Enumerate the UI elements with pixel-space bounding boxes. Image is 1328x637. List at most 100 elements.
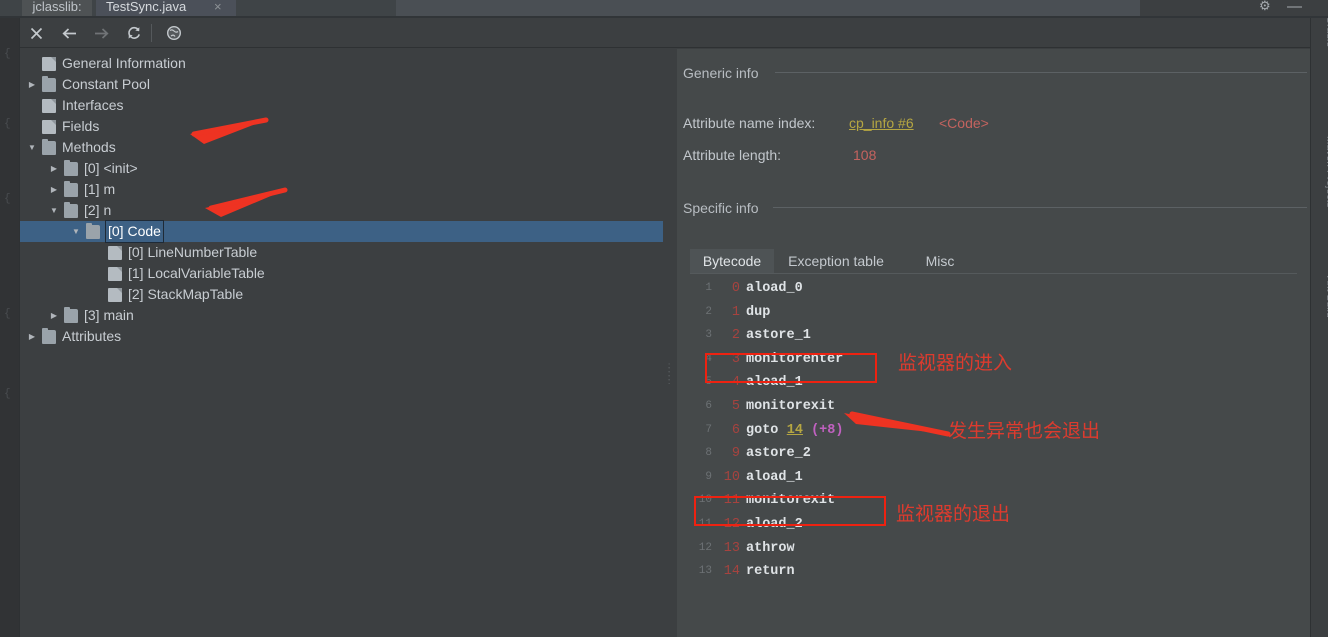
tree-item[interactable]: ▶ [1] m <box>20 179 663 200</box>
splitter-grip[interactable]: ::::: <box>668 362 672 386</box>
gutter-mark: { <box>4 118 11 130</box>
generic-info-rule <box>775 72 1307 73</box>
bytecode-row[interactable]: 3 2 astore_1 <box>690 324 1297 348</box>
bytecode-mnemonic: monitorenter <box>746 351 844 367</box>
bytecode-row[interactable]: 1 0 aload_0 <box>690 277 1297 301</box>
generic-info-heading: Generic info <box>683 65 759 81</box>
tree-item-label: [0] LineNumberTable <box>128 244 258 260</box>
bytecode-mnemonic: astore_2 <box>746 446 811 462</box>
tree-item-label: Constant Pool <box>62 76 150 92</box>
bytecode-branch-target[interactable]: 14 <box>787 423 803 438</box>
bytecode-offset: 1 <box>731 304 740 320</box>
file-icon <box>108 246 122 260</box>
bytecode-row[interactable]: 8 9 astore_2 <box>690 442 1297 466</box>
folder-icon <box>64 160 78 176</box>
rail-tab-maven[interactable]: Maven Projects <box>1319 136 1328 216</box>
bytecode-row[interactable]: 13 14 return <box>690 560 1297 584</box>
refresh-icon[interactable] <box>123 22 145 44</box>
folder-icon <box>64 307 78 323</box>
tree-item-label: [3] main <box>84 307 134 323</box>
bytecode-offset: 3 <box>731 351 740 367</box>
bytecode-row[interactable]: 9 10 aload_1 <box>690 466 1297 490</box>
tab-bytecode[interactable]: Bytecode <box>690 249 774 274</box>
tab-close-icon[interactable]: × <box>214 0 222 17</box>
bytecode-line-number: 11 <box>698 517 712 530</box>
pane-splitter[interactable]: ::::: <box>663 49 677 637</box>
bytecode-offset: 0 <box>731 281 740 296</box>
tree-item[interactable]: [2] StackMapTable <box>20 284 663 305</box>
tree-item[interactable]: ▶ [0] <init> <box>20 158 663 179</box>
annotation-exception-exit: 发生异常也会退出 <box>948 420 1101 442</box>
tree-item[interactable]: ▶ Constant Pool <box>20 74 663 95</box>
bytecode-mnemonic: astore_1 <box>746 328 811 344</box>
attribute-name-index-value: <Code> <box>939 115 989 131</box>
bytecode-mnemonic: aload_2 <box>746 516 803 532</box>
forward-arrow-icon[interactable] <box>90 22 112 44</box>
bytecode-line-number: 12 <box>698 541 712 554</box>
arrow-to-fields <box>190 117 269 144</box>
bytecode-offset: 9 <box>731 446 740 462</box>
bytecode-offset: 5 <box>731 398 740 414</box>
tree-item[interactable]: Fields <box>20 116 663 137</box>
folder-icon <box>42 328 56 344</box>
tree-item[interactable]: General Information <box>20 53 663 74</box>
rail-tab-ant[interactable]: Ant Build <box>1319 276 1328 356</box>
tab-exception-table[interactable]: Exception table <box>774 249 898 274</box>
bytecode-line-number: 13 <box>698 565 712 578</box>
specific-info-heading: Specific info <box>683 200 759 216</box>
tree-item-label: Attributes <box>62 328 122 344</box>
annotation-monitor-exit: 监视器的退出 <box>896 503 1011 525</box>
bytecode-mnemonic: return <box>746 564 795 580</box>
specific-info-rule <box>773 207 1307 208</box>
attribute-name-index-link[interactable]: cp_info #6 <box>849 115 914 131</box>
bytecode-mnemonic: dup <box>746 304 771 320</box>
chevron-down-icon[interactable]: ▼ <box>48 200 60 221</box>
right-tool-rail: Gradle Maven Projects Ant Build <box>1310 18 1328 637</box>
class-structure-tree[interactable]: General Information ▶ Constant Pool Interfa… <box>20 49 663 637</box>
gear-icon[interactable]: ⚙ <box>1259 0 1271 14</box>
bytecode-row[interactable]: 12 13 athrow <box>690 537 1297 561</box>
editor-tabbar: jclasslib: TestSync.java × ⚙ — <box>0 0 1328 18</box>
chevron-down-icon[interactable]: ▼ <box>70 221 82 242</box>
bytecode-offset: 14 <box>723 564 740 580</box>
bytecode-mnemonic: goto <box>746 422 779 438</box>
bytecode-line-number: 5 <box>705 376 712 389</box>
tree-item[interactable]: ▶ [3] main <box>20 305 663 326</box>
chevron-right-icon[interactable]: ▶ <box>26 74 38 95</box>
folder-icon <box>64 181 78 197</box>
rail-tab-gradle[interactable]: Gradle <box>1319 18 1328 96</box>
minimize-icon[interactable]: — <box>1287 0 1302 15</box>
bytecode-listing[interactable]: 1 0 aload_0 2 1 dup 3 2 astore_1 4 3 monitorenter 5 4… <box>690 277 1297 617</box>
bytecode-mnemonic: aload_0 <box>746 281 803 296</box>
folder-icon <box>64 202 78 218</box>
tree-item-label: [0] <init> <box>84 160 138 176</box>
chevron-right-icon[interactable]: ▶ <box>48 179 60 200</box>
tree-item[interactable]: Interfaces <box>20 95 663 116</box>
globe-icon[interactable] <box>163 22 185 44</box>
folder-icon <box>86 223 100 239</box>
arrow-to-method-n <box>205 187 288 217</box>
tree-item[interactable]: ▼ Methods <box>20 137 663 158</box>
tree-item[interactable]: ▶ Attributes <box>20 326 663 347</box>
chevron-right-icon[interactable]: ▶ <box>26 326 38 347</box>
chevron-right-icon[interactable]: ▶ <box>48 305 60 326</box>
chevron-right-icon[interactable]: ▶ <box>48 158 60 179</box>
bytecode-offset: 12 <box>723 516 740 532</box>
tree-item[interactable]: [0] LineNumberTable <box>20 242 663 263</box>
tree-item-label: Methods <box>62 139 116 155</box>
tree-item[interactable]: ▼ [2] n <box>20 200 663 221</box>
back-arrow-icon[interactable] <box>58 22 80 44</box>
tab-misc[interactable]: Misc <box>911 249 969 274</box>
close-icon[interactable] <box>25 22 47 44</box>
tree-item[interactable]: ▼ [0] Code <box>20 220 663 243</box>
tree-root: General Information ▶ Constant Pool Interfa… <box>20 49 663 347</box>
bytecode-offset: 6 <box>731 422 740 438</box>
gutter-mark: { <box>4 193 11 205</box>
folder-icon <box>42 139 56 155</box>
bytecode-offset: 13 <box>723 540 740 556</box>
bytecode-row[interactable]: 2 1 dup <box>690 301 1297 325</box>
bytecode-mnemonic: athrow <box>746 540 795 556</box>
tree-item[interactable]: [1] LocalVariableTable <box>20 263 663 284</box>
bytecode-line-number: 9 <box>705 470 712 483</box>
chevron-down-icon[interactable]: ▼ <box>26 137 38 158</box>
